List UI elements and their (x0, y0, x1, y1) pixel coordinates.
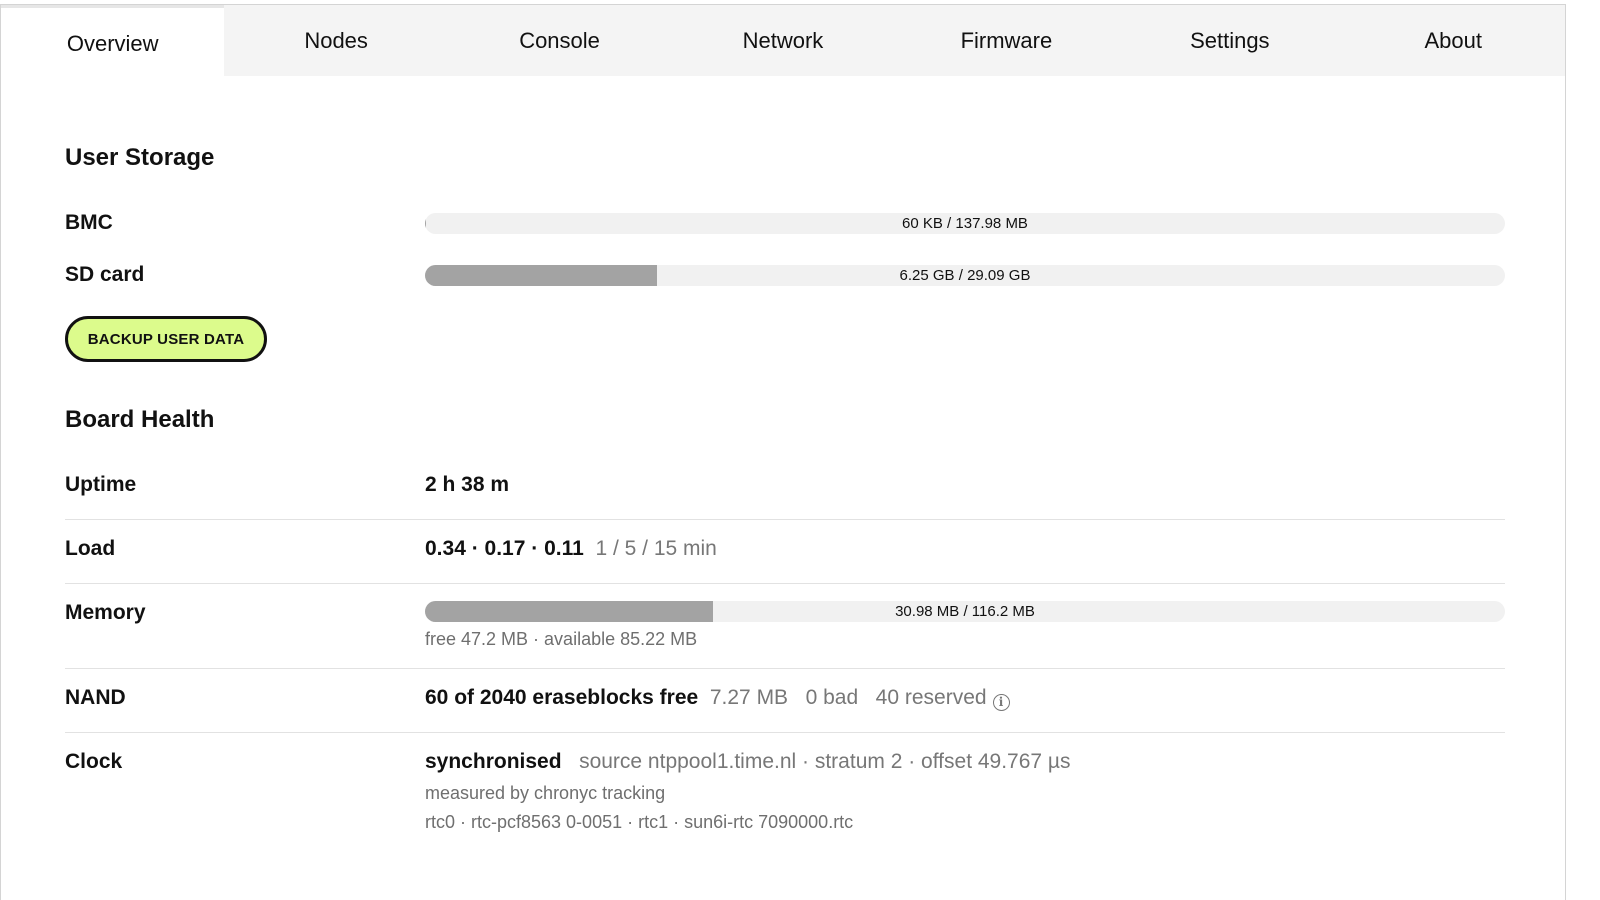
tab-network[interactable]: Network (671, 5, 894, 76)
memory-detail: free 47.2 MB · available 85.22 MB (425, 629, 698, 649)
bmc-storage-bar: 60 KB / 137.98 MB (425, 213, 1505, 234)
nand-free-blocks: 60 of 2040 eraseblocks free (425, 686, 699, 709)
user-storage-heading: User Storage (65, 144, 215, 171)
clock-rtc-list: rtc0 · rtc-pcf8563 0-0051 · rtc1 · sun6i… (425, 812, 854, 832)
clock-source-detail: source ntppool1.time.nl · stratum 2 · of… (579, 750, 1071, 773)
sd-card-label: SD card (65, 263, 145, 286)
memory-usage-bar: 30.98 MB / 116.2 MB (425, 601, 1505, 622)
load-averages: 0.34 · 0.17 · 0.11 (425, 537, 584, 560)
divider (65, 519, 1505, 520)
clock-measured-by: measured by chronyc tracking (425, 783, 666, 803)
tab-settings[interactable]: Settings (1118, 5, 1341, 76)
nand-reserved: 40 reserved (875, 686, 987, 709)
board-health-heading: Board Health (65, 406, 215, 433)
tab-console[interactable]: Console (448, 5, 671, 76)
bmc-label: BMC (65, 211, 113, 234)
nand-bad: 0 bad (805, 686, 859, 709)
divider (65, 668, 1505, 669)
memory-label: Memory (65, 601, 146, 624)
load-value: 0.34 · 0.17 · 0.11 1 / 5 / 15 min (425, 537, 717, 561)
load-label: Load (65, 537, 116, 560)
divider (65, 732, 1505, 733)
clock-value: synchronised source ntppool1.time.nl · s… (425, 750, 1071, 774)
tab-bar: Overview Nodes Console Network Firmware … (1, 5, 1565, 76)
clock-label: Clock (65, 750, 123, 773)
tab-overview[interactable]: Overview (1, 5, 225, 76)
nand-size: 7.27 MB (709, 686, 789, 709)
uptime-label: Uptime (65, 473, 137, 496)
app-frame: Overview Nodes Console Network Firmware … (0, 4, 1566, 900)
divider (65, 583, 1505, 584)
sd-card-storage-text: 6.25 GB / 29.09 GB (899, 267, 1031, 284)
uptime-text: 2 h 38 m (425, 473, 510, 496)
info-icon[interactable]: i (992, 694, 1010, 711)
sd-card-storage-bar: 6.25 GB / 29.09 GB (425, 265, 1505, 286)
backup-user-data-button[interactable]: BACKUP USER DATA (65, 316, 267, 362)
nand-label: NAND (65, 686, 126, 709)
tab-nodes[interactable]: Nodes (224, 5, 447, 76)
load-intervals: 1 / 5 / 15 min (595, 537, 717, 560)
bmc-storage-text: 60 KB / 137.98 MB (902, 215, 1028, 232)
nand-value: 60 of 2040 eraseblocks free 7.27 MB 0 ba… (425, 686, 1010, 711)
tab-firmware[interactable]: Firmware (895, 5, 1118, 76)
tab-about[interactable]: About (1342, 5, 1565, 76)
memory-usage-text: 30.98 MB / 116.2 MB (895, 603, 1035, 620)
clock-status: synchronised (425, 750, 562, 773)
uptime-value: 2 h 38 m (425, 473, 509, 497)
